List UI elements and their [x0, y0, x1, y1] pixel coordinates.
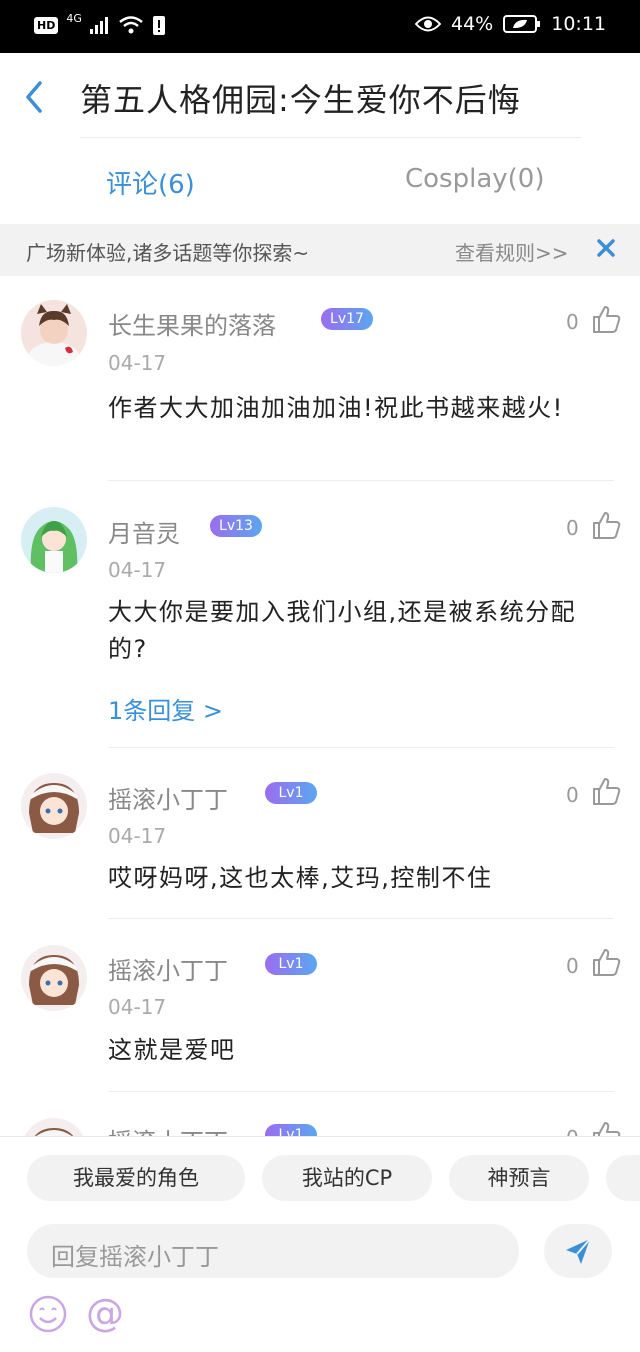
avatar[interactable]	[21, 1118, 87, 1136]
reply-placeholder: 回复摇滚小丁丁	[51, 1243, 219, 1271]
avatar[interactable]	[21, 945, 87, 1011]
level-badge: Lv1	[265, 782, 317, 804]
like-count: 0	[566, 310, 579, 334]
tab-cosplay[interactable]: Cosplay(0)	[405, 164, 544, 194]
comment-date: 04-17	[108, 558, 167, 582]
close-icon[interactable]	[594, 236, 618, 260]
tab-comments[interactable]: 评论(6)	[106, 164, 195, 201]
avatar[interactable]	[21, 773, 87, 839]
comment-item: 摇滚小丁丁 Lv1 0	[0, 1092, 640, 1136]
username[interactable]: 长生果果的落落	[108, 306, 276, 341]
like-count: 0	[566, 954, 579, 978]
send-button[interactable]	[544, 1224, 612, 1278]
hd-icon: HD	[34, 16, 59, 34]
comment-text: 作者大大加油加油加油!祝此书越来越火!	[108, 394, 564, 422]
username[interactable]: 摇滚小丁丁	[108, 951, 228, 986]
topic-chip-overflow[interactable]	[606, 1155, 640, 1201]
clock: 10:11	[551, 13, 606, 35]
topic-chip[interactable]: 神预言	[449, 1155, 589, 1201]
level-badge: Lv13	[210, 515, 262, 537]
emoji-icon[interactable]	[28, 1294, 68, 1334]
notice-banner: 广场新体验,诸多话题等你探索~ 查看规则>>	[0, 224, 640, 276]
header: 第五人格佣园:今生爱你不后悔	[0, 53, 640, 138]
view-replies-link[interactable]: 1条回复 >	[108, 691, 223, 726]
battery-icon	[503, 15, 541, 33]
like-count: 0	[566, 1126, 579, 1136]
thumbs-up-icon[interactable]	[590, 775, 622, 807]
alert-icon	[152, 16, 165, 35]
topic-chip[interactable]: 我最爱的角色	[27, 1155, 245, 1201]
reply-panel: 我最爱的角色 我站的CP 神预言 回复摇滚小丁丁 @	[0, 1136, 640, 1352]
wifi-icon	[119, 16, 143, 34]
comment-date: 04-17	[108, 995, 167, 1019]
username[interactable]: 摇滚小丁丁	[108, 1122, 228, 1136]
status-bar: HD 4G 44% 10:11	[0, 0, 640, 53]
header-divider	[80, 137, 582, 138]
thumbs-up-icon[interactable]	[590, 1119, 622, 1136]
view-rules-link[interactable]: 查看规则>>	[455, 237, 569, 266]
thumbs-up-icon[interactable]	[590, 509, 622, 541]
mention-icon[interactable]: @	[86, 1291, 124, 1335]
page-title: 第五人格佣园:今生爱你不后悔	[80, 81, 521, 119]
tab-bar: 评论(6) Cosplay(0)	[0, 140, 640, 224]
level-badge: Lv17	[321, 308, 373, 330]
comment-date: 04-17	[108, 351, 167, 375]
thumbs-up-icon[interactable]	[590, 303, 622, 335]
comment-item: 摇滚小丁丁 Lv1 0 04-17 这就是爱吧	[0, 919, 640, 1092]
like-count: 0	[566, 516, 579, 540]
avatar[interactable]	[21, 507, 87, 573]
comment-text: 这就是爱吧	[108, 1036, 236, 1064]
like-count: 0	[566, 783, 579, 807]
send-icon	[566, 1238, 591, 1264]
username[interactable]: 摇滚小丁丁	[108, 780, 228, 815]
comment-text: 大大你是要加入我们小组,还是被系统分配的?	[108, 598, 577, 663]
signal-icon	[89, 17, 108, 34]
level-badge: Lv1	[265, 953, 317, 975]
thumbs-up-icon[interactable]	[590, 946, 622, 978]
comment-date: 04-17	[108, 824, 167, 848]
back-icon[interactable]	[18, 77, 54, 117]
network-label: 4G	[66, 11, 82, 25]
divider	[108, 480, 614, 481]
comment-item: 月音灵 Lv13 0 04-17 大大你是要加入我们小组,还是被系统分配的? 1…	[0, 482, 640, 748]
eye-icon	[415, 16, 441, 32]
level-badge: Lv1	[265, 1124, 317, 1136]
battery-percent: 44%	[451, 13, 494, 35]
reply-input[interactable]: 回复摇滚小丁丁	[27, 1224, 519, 1278]
comment-text: 哎呀妈呀,这也太棒,艾玛,控制不住	[108, 864, 493, 892]
username[interactable]: 月音灵	[108, 514, 180, 549]
comment-item: 长生果果的落落 Lv17 0 04-17 作者大大加油加油加油!祝此书越来越火!	[0, 276, 640, 481]
avatar[interactable]	[21, 300, 87, 366]
notice-text: 广场新体验,诸多话题等你探索~	[26, 241, 310, 265]
comment-item: 摇滚小丁丁 Lv1 0 04-17 哎呀妈呀,这也太棒,艾玛,控制不住	[0, 748, 640, 919]
topic-chip[interactable]: 我站的CP	[262, 1155, 432, 1201]
